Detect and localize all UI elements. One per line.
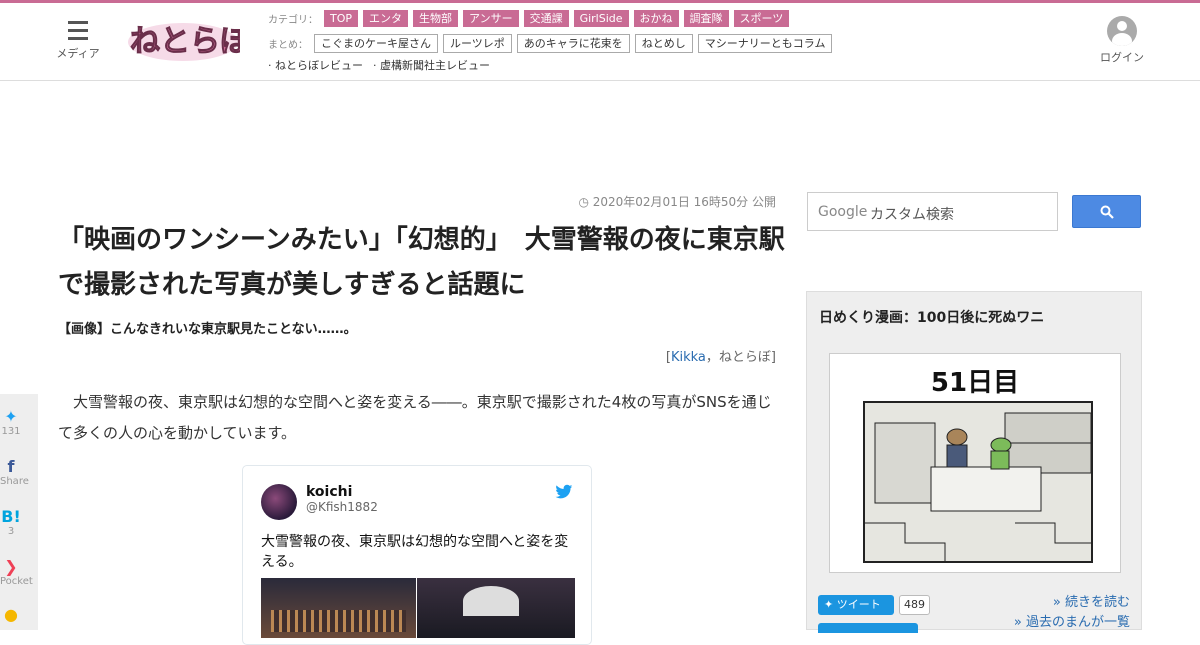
twitter-bird-icon[interactable] (555, 484, 573, 500)
hamburger-icon (68, 21, 88, 40)
matome-netomeshi[interactable]: ねとめし (634, 34, 693, 53)
pocket-icon: ❯ (4, 557, 18, 576)
article-lead: 大雪警報の夜、東京駅は幻想的な空間へと姿を変える――。東京駅で撮影された4枚の写… (58, 393, 772, 442)
category-top[interactable]: TOP (324, 10, 359, 27)
matome-roots[interactable]: ルーツレポ (443, 34, 512, 53)
search-icon (1100, 205, 1114, 219)
manga-archive-link[interactable]: » 過去のまんが一覧 (1014, 611, 1130, 630)
facebook-share-button[interactable] (818, 623, 918, 633)
tweet-share-label: ツイート (836, 598, 881, 611)
matome-koguma[interactable]: こぐまのケーキ屋さん (314, 34, 438, 53)
review-link-kyokou[interactable]: · 虚構新聞社主レビュー (373, 57, 490, 73)
share-more[interactable]: ● (0, 606, 22, 624)
tweet-author-handle[interactable]: @Kfish1882 (306, 500, 378, 514)
menu-button[interactable]: メディア (56, 21, 100, 61)
twitter-icon: ✦ (824, 598, 834, 611)
tweet-author-name[interactable]: koichi (306, 484, 352, 500)
publish-date-text: 2020年02月01日 16時50分 公開 (592, 195, 776, 209)
article-subtitle: 【画像】こんなきれいな東京駅見たことない……。 (58, 322, 357, 337)
category-answer[interactable]: アンサー (463, 10, 519, 27)
share-count-hatena: 3 (7, 526, 15, 537)
category-seibutsu[interactable]: 生物部 (413, 10, 459, 27)
search-placeholder: カスタム検索 (870, 207, 954, 223)
share-label-pocket: Pocket (0, 576, 33, 587)
category-sports[interactable]: スポーツ (733, 10, 790, 27)
category-koutsuu[interactable]: 交通課 (523, 10, 569, 27)
svg-text:ねとらぼ: ねとらぼ (130, 24, 240, 59)
login-button[interactable]: ログイン (1096, 16, 1148, 65)
tweet-photo-umbrella[interactable] (417, 578, 575, 638)
search-button[interactable] (1072, 195, 1141, 228)
share-pocket[interactable]: ❯ Pocket (0, 557, 33, 588)
embedded-tweet[interactable]: koichi @Kfish1882 大雪警報の夜、東京駅は幻想的な空間へと姿を変… (242, 465, 592, 645)
nlab-logo[interactable]: ねとらぼ (126, 17, 240, 63)
share-hatena[interactable]: B! 3 (0, 507, 22, 538)
manga-widget-title[interactable]: 日めくり漫画：100日後に死ぬワニ (819, 307, 1044, 327)
site-header: メディア ねとらぼ カテゴリ： TOP エンタ 生物部 アンサー 交通課 Gir… (0, 3, 1200, 81)
clock-icon: ◷ (578, 195, 589, 209)
article-title: 「映画のワンシーンみたい」「幻想的」 大雪警報の夜に東京駅で撮影された写真が美し… (58, 225, 785, 300)
google-brand: Google (818, 204, 868, 220)
article-byline: [Kikka，ねとらぼ] (560, 346, 776, 365)
share-facebook[interactable]: f Share (0, 457, 29, 488)
menu-label: メディア (56, 47, 100, 60)
publisher-name: ねとらぼ (718, 350, 771, 365)
category-label: カテゴリ： (268, 15, 318, 26)
review-link-nlab[interactable]: · ねとらぼレビュー (268, 57, 363, 73)
share-bar: ✦ 131 f Share B! 3 ❯ Pocket ● (0, 394, 38, 630)
author-link[interactable]: Kikka (671, 350, 706, 365)
category-nav: カテゴリ： TOP エンタ 生物部 アンサー 交通課 GirlSide おかね … (268, 10, 794, 27)
share-twitter[interactable]: ✦ 131 (0, 407, 22, 438)
category-okane[interactable]: おかね (633, 10, 679, 27)
byline-close: ] (770, 350, 776, 365)
matome-label: まとめ： (268, 40, 308, 51)
manga-read-more-link[interactable]: » 続きを読む (1053, 591, 1130, 610)
login-label: ログイン (1100, 51, 1144, 64)
share-count-twitter: 131 (1, 426, 21, 437)
manga-widget: 日めくり漫画：100日後に死ぬワニ 51日目 ✦ ツイート 489 » 続きを読… (806, 291, 1142, 633)
facebook-icon: f (7, 457, 15, 476)
share-label-facebook: Share (0, 476, 29, 487)
matome-hanataba[interactable]: あのキャラに花束を (516, 34, 630, 53)
tweet-avatar[interactable] (261, 484, 297, 520)
category-enta[interactable]: エンタ (363, 10, 409, 27)
search-input[interactable]: Google カスタム検索 (807, 192, 1058, 231)
matome-machinery[interactable]: マシーナリーともコラム (697, 34, 833, 53)
matome-nav: まとめ： こぐまのケーキ屋さん ルーツレポ あのキャラに花束を ねとめし マシー… (268, 34, 837, 53)
manga-day-label: 51日目 (930, 368, 1020, 398)
hatena-bookmark-icon: B! (1, 507, 21, 526)
tweet-share-count: 489 (899, 595, 930, 615)
manga-panel-illustration (863, 401, 1093, 563)
manga-thumbnail[interactable]: 51日目 (829, 353, 1121, 573)
twitter-icon: ✦ (4, 407, 18, 426)
speech-bubble-icon: ● (4, 605, 18, 624)
tweet-text: 大雪警報の夜、東京駅は幻想的な空間へと姿を変える。 (261, 534, 569, 570)
byline-separator: ， (705, 350, 719, 365)
category-chousatai[interactable]: 調査隊 (683, 10, 729, 27)
tweet-share-button[interactable]: ✦ ツイート (818, 595, 894, 615)
review-nav: · ねとらぼレビュー · 虚構新聞社主レビュー (268, 57, 500, 73)
user-avatar-icon (1107, 16, 1137, 46)
publish-date: ◷ 2020年02月01日 16時50分 公開 (560, 193, 776, 210)
category-girlside[interactable]: GirlSide (573, 10, 629, 27)
tweet-photo-station[interactable] (261, 578, 416, 638)
